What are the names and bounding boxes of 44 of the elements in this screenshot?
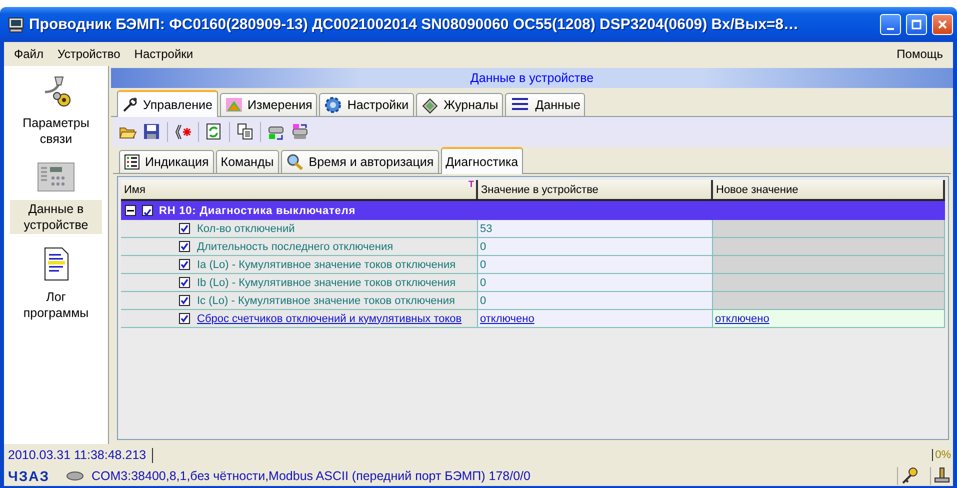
filter-mark: T xyxy=(468,179,474,189)
sidebar-item[interactable]: Параметры связи xyxy=(10,114,102,148)
table-cell: 0 xyxy=(478,238,713,256)
tab[interactable]: Журналы xyxy=(416,93,504,116)
column-title: Новое значение xyxy=(716,184,798,196)
column-header[interactable]: Имя T xyxy=(121,180,478,199)
timestamp: 2010.03.31 11:38:48.213 xyxy=(8,448,146,462)
tab[interactable]: Команды xyxy=(216,150,279,173)
tab[interactable]: Время и авторизация xyxy=(280,150,439,173)
tab[interactable]: Диагностика xyxy=(440,147,524,174)
menu-item[interactable]: Устройство xyxy=(52,45,126,63)
tab[interactable]: Управление xyxy=(117,90,218,117)
window-title: Проводник БЭМП: ФС0160(280909-13) ДС0021002014 SN08090060 ОС55(1208) DSP3204(0609) Вх/Вых=8… xyxy=(29,16,800,33)
parameter-name: Ia (Lo) - Кумулятивное значение токов отключения xyxy=(197,258,456,270)
tab[interactable]: Индикация xyxy=(119,150,214,173)
value-link[interactable]: отключено xyxy=(480,312,534,324)
column-header[interactable]: Значение в устройстве xyxy=(478,180,713,199)
table-cell: 53 xyxy=(478,220,713,238)
group-row[interactable]: RH 10: Диагностика выключателя xyxy=(121,199,945,220)
table-cell: 0 xyxy=(478,292,713,310)
parameter-name: Ib (Lo) - Кумулятивное значение токов отключения xyxy=(197,276,456,288)
parameter-link[interactable]: Сброс счетчиков отключений и кумулятивных токов xyxy=(197,312,462,324)
connection-info: COM3:38400,8,1,без чётности,Modbus ASCII (передний порт БЭМП) 178/0/0 xyxy=(92,469,532,483)
value-link[interactable]: отключено xyxy=(715,312,770,324)
parameter-name: Длительность последнего отключения xyxy=(197,240,394,252)
parameter-name: Ic (Lo) - Кумулятивное значение токов отключения xyxy=(197,294,455,306)
progress-reading: 0% xyxy=(932,449,953,461)
sidebar-item[interactable]: Лог программы xyxy=(10,288,102,322)
parameter-name: Кол-во отключений xyxy=(197,222,295,234)
tab[interactable]: Настройки xyxy=(319,93,414,116)
column-title: Значение в устройстве xyxy=(481,184,598,196)
column-title: Имя xyxy=(124,184,146,196)
panel-title: Данные в устройстве xyxy=(470,71,594,85)
help-menu[interactable]: Помощь xyxy=(890,45,949,63)
tab[interactable]: Данные xyxy=(505,93,586,116)
tab[interactable]: Измерения xyxy=(220,93,318,116)
group-title: RH 10: Диагностика выключателя xyxy=(159,204,356,216)
table-cell: 0 xyxy=(478,274,713,292)
sidebar-item[interactable]: Данные в устройстве xyxy=(10,200,102,234)
column-header[interactable]: Новое значение xyxy=(713,180,945,199)
table-cell: 0 xyxy=(478,256,713,274)
menu-item[interactable]: Файл xyxy=(8,45,50,63)
menu-item[interactable]: Настройки xyxy=(128,45,200,63)
company-logo: ЧЗАЗ xyxy=(8,468,50,484)
